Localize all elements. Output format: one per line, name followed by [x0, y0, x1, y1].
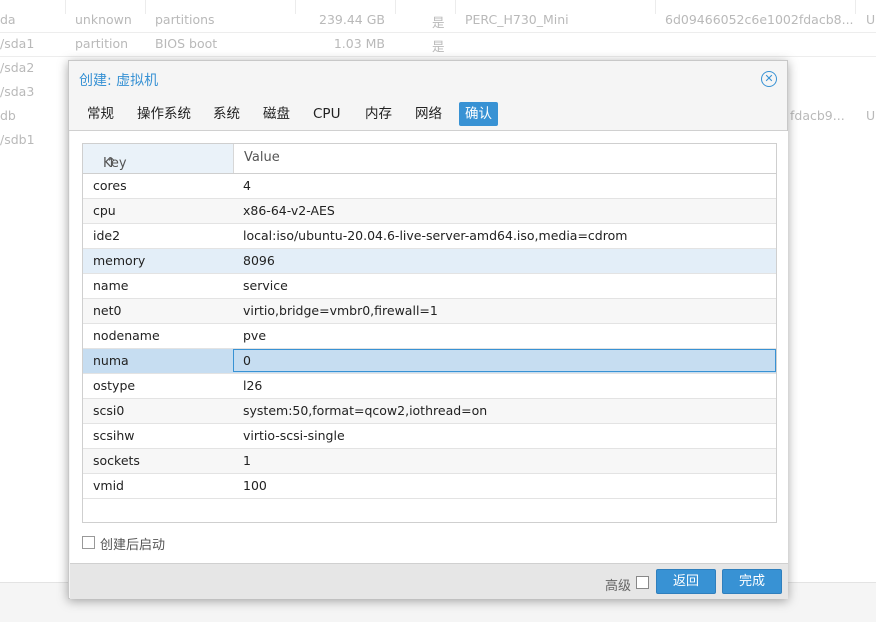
- table-row[interactable]: vmid 100: [83, 474, 776, 499]
- disk-row[interactable]: da unknown partitions 239.44 GB 是 PERC_H…: [0, 8, 876, 32]
- disk-gpt: 是: [432, 15, 445, 30]
- disk-type: partition: [75, 36, 129, 51]
- row-value: virtio,bridge=vmbr0,firewall=1: [243, 303, 438, 318]
- grid-header: Key ↑ Value: [83, 144, 776, 174]
- row-key: net0: [93, 303, 122, 318]
- cell-focus-outline: [233, 349, 776, 372]
- sort-ascending-icon: ↑: [106, 156, 117, 171]
- disk-gpt: 是: [432, 39, 445, 54]
- row-value: 0: [243, 353, 251, 368]
- table-row[interactable]: ostype l26: [83, 374, 776, 399]
- row-key: vmid: [93, 478, 124, 493]
- table-row[interactable]: memory 8096: [83, 249, 776, 274]
- table-row[interactable]: scsi0 system:50,format=qcow2,iothread=on: [83, 399, 776, 424]
- row-key: ide2: [93, 228, 121, 243]
- row-key: ostype: [93, 378, 136, 393]
- close-icon[interactable]: ✕: [761, 71, 777, 87]
- tab-system[interactable]: 系统: [207, 102, 246, 126]
- create-vm-dialog: 创建: 虚拟机 ✕ 常规 操作系统 系统 磁盘 CPU 内存 网络 确认 Key…: [68, 60, 788, 599]
- disk-serial: 6d09466052c6e1002fdacb8...: [665, 12, 854, 27]
- disk-size: 239.44 GB: [319, 12, 385, 27]
- row-key: cpu: [93, 203, 116, 218]
- row-value: virtio-scsi-single: [243, 428, 345, 443]
- disk-device: /sdb1: [0, 132, 35, 147]
- row-value: pve: [243, 328, 267, 343]
- row-value: 4: [243, 178, 251, 193]
- back-button[interactable]: 返回: [656, 569, 716, 594]
- row-value: local:iso/ubuntu-20.04.6-live-server-amd…: [243, 228, 628, 243]
- table-row[interactable]: cpu x86-64-v2-AES: [83, 199, 776, 224]
- tab-general[interactable]: 常规: [81, 102, 120, 126]
- row-key: scsihw: [93, 428, 135, 443]
- value-header-label: Value: [244, 150, 280, 165]
- disk-serial: fdacb9...: [790, 108, 845, 123]
- row-value: system:50,format=qcow2,iothread=on: [243, 403, 488, 418]
- row-key: scsi0: [93, 403, 125, 418]
- row-value: l26: [243, 378, 263, 393]
- row-key: name: [93, 278, 129, 293]
- row-key: nodename: [93, 328, 160, 343]
- tab-cpu[interactable]: CPU: [307, 102, 346, 126]
- row-key: cores: [93, 178, 127, 193]
- disk-device: /sda2: [0, 60, 35, 75]
- row-value: x86-64-v2-AES: [243, 203, 335, 218]
- table-row[interactable]: sockets 1: [83, 449, 776, 474]
- confirm-panel: Key ↑ Value cores 4 cpu x86-64-v2-AES ide2 l…: [70, 131, 788, 563]
- disk-device: da: [0, 12, 16, 27]
- disk-extra: U: [866, 12, 876, 27]
- disk-size: 1.03 MB: [333, 36, 385, 51]
- settings-grid: Key ↑ Value cores 4 cpu x86-64-v2-AES ide2 l…: [82, 143, 777, 523]
- advanced-label: 高级: [605, 579, 632, 594]
- start-after-create-label: 创建后启动: [100, 538, 166, 553]
- value-column-header[interactable]: Value: [234, 144, 776, 173]
- table-row-selected[interactable]: numa 0: [83, 349, 776, 374]
- row-key: memory: [93, 253, 146, 268]
- tab-memory[interactable]: 内存: [359, 102, 398, 126]
- tab-network[interactable]: 网络: [409, 102, 448, 126]
- disk-device: db: [0, 108, 16, 123]
- table-row[interactable]: ide2 local:iso/ubuntu-20.04.6-live-server…: [83, 224, 776, 249]
- disk-model: PERC_H730_Mini: [465, 12, 569, 27]
- table-row[interactable]: cores 4: [83, 174, 776, 199]
- table-row[interactable]: name service: [83, 274, 776, 299]
- disk-device: /sda1: [0, 36, 35, 51]
- disk-device: /sda3: [0, 84, 35, 99]
- checkbox-box[interactable]: [82, 536, 95, 549]
- key-column-header[interactable]: Key ↑: [83, 144, 234, 173]
- table-row[interactable]: net0 virtio,bridge=vmbr0,firewall=1: [83, 299, 776, 324]
- finish-button[interactable]: 完成: [722, 569, 782, 594]
- tab-disks[interactable]: 磁盘: [257, 102, 296, 126]
- disk-extra: U: [866, 108, 876, 123]
- tab-os[interactable]: 操作系统: [131, 102, 197, 126]
- disk-usage: BIOS boot: [155, 36, 218, 51]
- row-key: sockets: [93, 453, 140, 468]
- table-row[interactable]: nodename pve: [83, 324, 776, 349]
- row-key: numa: [93, 353, 129, 368]
- dialog-title: 创建: 虚拟机: [79, 73, 159, 89]
- tab-confirm[interactable]: 确认: [459, 102, 498, 126]
- row-value: 8096: [243, 253, 275, 268]
- disk-row[interactable]: /sda1 partition BIOS boot 1.03 MB 是: [0, 32, 876, 56]
- dialog-footer: 高级 返回 完成: [70, 563, 788, 599]
- grid-rows: cores 4 cpu x86-64-v2-AES ide2 local:iso/ub…: [83, 174, 776, 499]
- disk-type: unknown: [75, 12, 132, 27]
- row-value: 100: [243, 478, 267, 493]
- advanced-checkbox[interactable]: [636, 576, 649, 589]
- row-value: service: [243, 278, 288, 293]
- row-value: 1: [243, 453, 251, 468]
- table-row[interactable]: scsihw virtio-scsi-single: [83, 424, 776, 449]
- disk-usage: partitions: [155, 12, 215, 27]
